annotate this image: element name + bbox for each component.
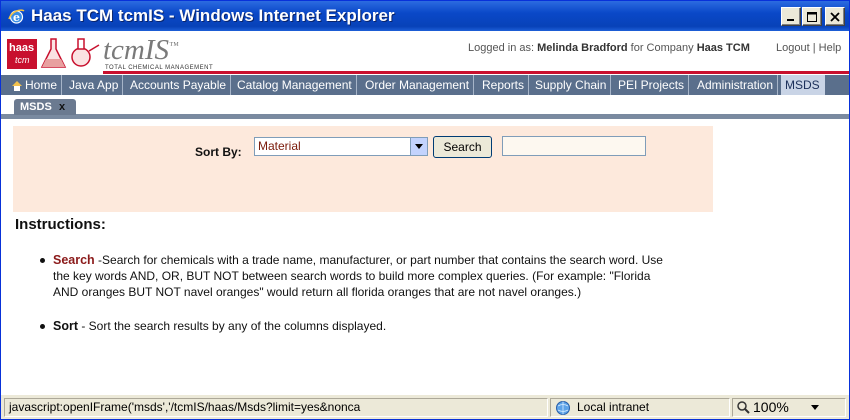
close-button[interactable]	[825, 7, 845, 26]
dropdown-arrow-icon[interactable]	[410, 138, 427, 155]
header-links: Logout | Help	[776, 42, 842, 54]
maximize-icon	[807, 12, 817, 22]
brand-divider	[103, 71, 849, 74]
logo-top-text: haas	[9, 42, 35, 54]
bullet	[40, 258, 45, 263]
instruction-search: Search -Search for chemicals with a trad…	[53, 253, 663, 299]
app-header: haas tcm tcmIS™ TOTAL CHEMICAL MANAGEMEN…	[1, 31, 849, 75]
logout-link[interactable]: Logout	[776, 42, 810, 54]
internet-explorer-icon: e	[8, 9, 25, 24]
nav-order-management[interactable]: Order Management	[361, 75, 475, 95]
tab-close-icon[interactable]: x	[59, 99, 65, 115]
tab-msds[interactable]: MSDS x	[14, 99, 76, 115]
zoom-control[interactable]: 100%	[732, 398, 846, 417]
login-info: Logged in as: Melinda Bradford for Compa…	[468, 42, 750, 54]
nav-supply-chain[interactable]: Supply Chain	[531, 75, 612, 95]
nav-msds[interactable]: MSDS	[781, 75, 825, 95]
title-bar: e Haas TCM tcmIS - Windows Internet Expl…	[1, 1, 849, 31]
home-icon	[12, 81, 22, 91]
minimize-button[interactable]	[781, 7, 801, 26]
flasks-icon	[40, 38, 100, 68]
nav-administration[interactable]: Administration	[693, 75, 779, 95]
instruction-sort: Sort - Sort the search results by any of…	[53, 319, 387, 333]
zoom-icon	[737, 401, 750, 414]
search-term: Search	[53, 253, 95, 267]
user-name: Melinda Bradford	[537, 42, 628, 54]
nav-accounts-payable[interactable]: Accounts Payable	[126, 75, 232, 95]
instructions-title: Instructions:	[15, 216, 106, 233]
globe-icon	[556, 401, 570, 415]
sort-by-value: Material	[258, 139, 301, 153]
nav-reports[interactable]: Reports	[478, 75, 530, 95]
tab-strip: MSDS x	[1, 95, 849, 119]
sort-by-label: Sort By:	[195, 145, 242, 159]
search-panel: Sort By: Material Search	[13, 126, 713, 212]
bullet	[40, 324, 45, 329]
help-link[interactable]: Help	[819, 42, 842, 54]
nav-pei-projects[interactable]: PEI Projects	[614, 75, 690, 95]
company-name: Haas TCM	[696, 42, 750, 54]
status-url: javascript:openIFrame('msds','/tcmIS/haa…	[4, 398, 548, 417]
search-input[interactable]	[502, 136, 646, 156]
zoom-level: 100%	[753, 399, 789, 415]
browser-window: e Haas TCM tcmIS - Windows Internet Expl…	[0, 0, 850, 420]
minimize-icon	[787, 19, 794, 21]
window-title: Haas TCM tcmIS - Windows Internet Explor…	[31, 6, 395, 25]
nav-catalog-management[interactable]: Catalog Management	[233, 75, 357, 95]
main-nav: Home Java App Accounts Payable Catalog M…	[1, 75, 849, 95]
close-icon	[830, 12, 840, 22]
haas-logo: haas tcm	[7, 39, 37, 69]
status-bar: javascript:openIFrame('msds','/tcmIS/haa…	[1, 394, 849, 419]
zone-label: Local intranet	[577, 400, 650, 414]
security-zone: Local intranet	[550, 398, 730, 417]
logo-bottom-text: tcm	[15, 55, 30, 65]
sort-term: Sort	[53, 319, 78, 333]
search-button[interactable]: Search	[433, 136, 492, 158]
chevron-down-icon[interactable]	[811, 405, 819, 411]
brand-name: tcmIS™	[103, 34, 179, 66]
nav-java-app[interactable]: Java App	[65, 75, 124, 95]
tab-label: MSDS	[20, 101, 52, 113]
sort-by-select[interactable]: Material	[254, 137, 428, 156]
maximize-button[interactable]	[802, 7, 822, 26]
nav-home[interactable]: Home	[7, 75, 63, 95]
